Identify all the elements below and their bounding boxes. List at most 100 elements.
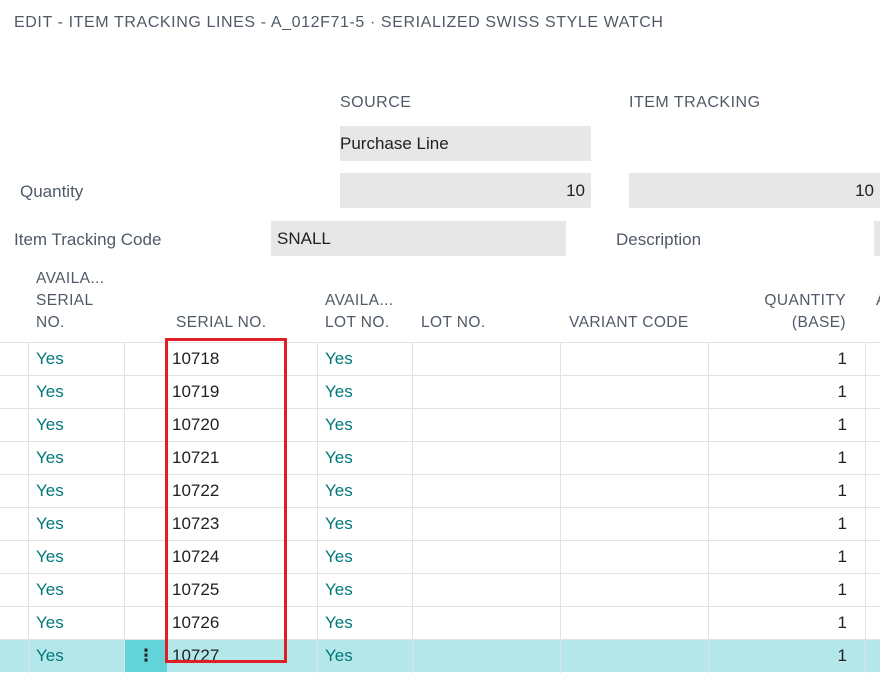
available-lot-cell[interactable]: Yes <box>325 475 353 507</box>
table-row[interactable]: Yes 10722 Yes 1 <box>0 474 880 508</box>
variant-code-cell[interactable] <box>569 442 699 474</box>
serial-no-cell[interactable]: 10725 <box>172 574 219 606</box>
source-type-field: Purchase Line <box>340 126 591 161</box>
column-divider <box>865 541 866 574</box>
variant-code-cell[interactable] <box>569 607 699 639</box>
quantity-base-cell[interactable]: 1 <box>710 508 847 540</box>
column-header-available-lot[interactable]: AVAILA... LOT NO. <box>325 290 394 334</box>
table-row[interactable]: Yes 10724 Yes 1 <box>0 540 880 574</box>
variant-code-cell[interactable] <box>569 640 699 672</box>
serial-no-cell[interactable]: 10727 <box>172 640 219 672</box>
variant-code-cell[interactable] <box>569 475 699 507</box>
column-divider <box>412 607 413 640</box>
header-line: LOT NO. <box>325 314 390 331</box>
variant-code-cell[interactable] <box>569 574 699 606</box>
lot-no-cell[interactable] <box>421 442 551 474</box>
available-lot-cell[interactable]: Yes <box>325 409 353 441</box>
variant-code-cell[interactable] <box>569 541 699 573</box>
column-divider <box>124 442 125 475</box>
quantity-base-cell[interactable]: 1 <box>710 541 847 573</box>
available-serial-cell[interactable]: Yes <box>36 508 64 540</box>
table-row[interactable]: Yes 10725 Yes 1 <box>0 573 880 607</box>
available-serial-cell[interactable]: Yes <box>36 442 64 474</box>
table-row[interactable]: ⋮ Yes 10727 Yes 1 <box>0 639 880 673</box>
variant-code-cell[interactable] <box>569 508 699 540</box>
quantity-base-cell[interactable]: 1 <box>710 343 847 375</box>
quantity-base-cell[interactable]: 1 <box>710 607 847 639</box>
available-lot-cell[interactable]: Yes <box>325 442 353 474</box>
serial-no-cell[interactable]: 10721 <box>172 442 219 474</box>
header-line: QUANTITY <box>764 292 846 309</box>
table-row[interactable]: Yes 10723 Yes 1 <box>0 507 880 541</box>
column-divider <box>412 508 413 541</box>
column-divider <box>412 640 413 673</box>
description-field[interactable] <box>874 221 880 256</box>
lot-no-cell[interactable] <box>421 343 551 375</box>
serial-no-cell[interactable]: 10722 <box>172 475 219 507</box>
available-serial-cell[interactable]: Yes <box>36 475 64 507</box>
column-divider <box>412 376 413 409</box>
lot-no-cell[interactable] <box>421 376 551 408</box>
column-divider <box>708 475 709 508</box>
quantity-base-cell[interactable]: 1 <box>710 442 847 474</box>
available-lot-cell[interactable]: Yes <box>325 376 353 408</box>
serial-no-cell[interactable]: 10726 <box>172 607 219 639</box>
column-header-serial-no[interactable]: SERIAL NO. <box>176 312 266 334</box>
variant-code-cell[interactable] <box>569 409 699 441</box>
serial-no-cell[interactable]: 10724 <box>172 541 219 573</box>
serial-no-cell[interactable]: 10718 <box>172 343 219 375</box>
available-serial-cell[interactable]: Yes <box>36 376 64 408</box>
row-actions-menu-icon[interactable]: ⋮ <box>125 640 167 672</box>
quantity-base-cell[interactable]: 1 <box>710 574 847 606</box>
column-divider <box>124 607 125 640</box>
quantity-source-field: 10 <box>340 173 591 208</box>
available-serial-cell[interactable]: Yes <box>36 607 64 639</box>
table-row[interactable]: Yes 10719 Yes 1 <box>0 375 880 409</box>
column-divider <box>124 541 125 574</box>
available-lot-cell[interactable]: Yes <box>325 508 353 540</box>
variant-code-cell[interactable] <box>569 343 699 375</box>
header-line: (BASE) <box>791 314 846 331</box>
quantity-base-cell[interactable]: 1 <box>710 640 847 672</box>
lot-no-cell[interactable] <box>421 409 551 441</box>
serial-no-cell[interactable]: 10723 <box>172 508 219 540</box>
available-serial-cell[interactable]: Yes <box>36 640 64 672</box>
table-row[interactable]: Yes 10721 Yes 1 <box>0 441 880 475</box>
lot-no-cell[interactable] <box>421 475 551 507</box>
item-tracking-code-field[interactable]: SNALL <box>271 221 566 256</box>
available-serial-cell[interactable]: Yes <box>36 409 64 441</box>
column-header-lot-no[interactable]: LOT NO. <box>421 312 486 334</box>
column-divider <box>560 541 561 574</box>
lot-no-cell[interactable] <box>421 640 551 672</box>
quantity-base-cell[interactable]: 1 <box>710 409 847 441</box>
lot-no-cell[interactable] <box>421 607 551 639</box>
table-row[interactable]: Yes 10718 Yes 1 <box>0 342 880 376</box>
column-header-partial[interactable]: A <box>876 290 880 312</box>
available-lot-cell[interactable]: Yes <box>325 574 353 606</box>
serial-no-cell[interactable]: 10719 <box>172 376 219 408</box>
table-row[interactable]: Yes 10726 Yes 1 <box>0 606 880 640</box>
quantity-base-cell[interactable]: 1 <box>710 376 847 408</box>
available-lot-cell[interactable]: Yes <box>325 640 353 672</box>
variant-code-cell[interactable] <box>569 376 699 408</box>
lot-no-cell[interactable] <box>421 508 551 540</box>
column-header-variant-code[interactable]: VARIANT CODE <box>569 312 689 334</box>
available-serial-cell[interactable]: Yes <box>36 574 64 606</box>
available-lot-cell[interactable]: Yes <box>325 607 353 639</box>
column-header-available-serial[interactable]: AVAILA... SERIAL NO. <box>36 268 105 334</box>
lot-no-cell[interactable] <box>421 574 551 606</box>
column-divider <box>708 574 709 607</box>
column-header-quantity-base[interactable]: QUANTITY (BASE) <box>764 290 846 334</box>
column-divider <box>708 508 709 541</box>
available-serial-cell[interactable]: Yes <box>36 541 64 573</box>
serial-no-cell[interactable]: 10720 <box>172 409 219 441</box>
column-divider <box>28 376 29 409</box>
available-lot-cell[interactable]: Yes <box>325 343 353 375</box>
available-serial-cell[interactable]: Yes <box>36 343 64 375</box>
column-divider <box>28 541 29 574</box>
quantity-base-cell[interactable]: 1 <box>710 475 847 507</box>
lot-no-cell[interactable] <box>421 541 551 573</box>
table-row[interactable]: Yes 10720 Yes 1 <box>0 408 880 442</box>
available-lot-cell[interactable]: Yes <box>325 541 353 573</box>
column-divider <box>317 376 318 409</box>
